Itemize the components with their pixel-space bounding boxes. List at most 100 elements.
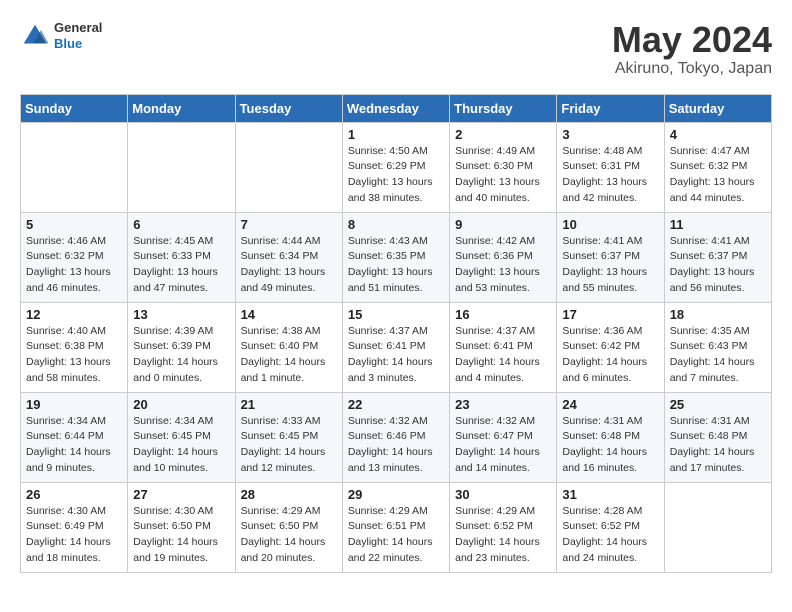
day-number: 7 xyxy=(241,217,337,232)
calendar-cell: 10 Sunrise: 4:41 AM Sunset: 6:37 PM Dayli… xyxy=(557,212,664,302)
column-header-tuesday: Tuesday xyxy=(235,94,342,122)
calendar-cell: 18 Sunrise: 4:35 AM Sunset: 6:43 PM Dayli… xyxy=(664,302,771,392)
calendar-cell: 3 Sunrise: 4:48 AM Sunset: 6:31 PM Daylig… xyxy=(557,122,664,212)
column-header-sunday: Sunday xyxy=(21,94,128,122)
calendar-cell xyxy=(235,122,342,212)
day-info: Sunrise: 4:37 AM Sunset: 6:41 PM Dayligh… xyxy=(348,324,444,387)
day-number: 13 xyxy=(133,307,229,322)
calendar-cell: 28Sunrise: 4:29 AM Sunset: 6:50 PM Dayli… xyxy=(235,482,342,572)
day-number: 18 xyxy=(670,307,766,322)
day-info: Sunrise: 4:49 AM Sunset: 6:30 PM Dayligh… xyxy=(455,144,551,207)
calendar-cell: 11 Sunrise: 4:41 AM Sunset: 6:37 PM Dayli… xyxy=(664,212,771,302)
calendar-header-row: SundayMondayTuesdayWednesdayThursdayFrid… xyxy=(21,94,772,122)
day-info: Sunrise: 4:31 AM Sunset: 6:48 PM Dayligh… xyxy=(562,414,658,477)
day-info: Sunrise: 4:29 AM Sunset: 6:50 PM Dayligh… xyxy=(241,504,337,567)
calendar-cell: 17 Sunrise: 4:36 AM Sunset: 6:42 PM Dayli… xyxy=(557,302,664,392)
calendar-cell xyxy=(128,122,235,212)
day-number: 29 xyxy=(348,487,444,502)
day-number: 10 xyxy=(562,217,658,232)
day-info: Sunrise: 4:35 AM Sunset: 6:43 PM Dayligh… xyxy=(670,324,766,387)
calendar-cell: 6 Sunrise: 4:45 AM Sunset: 6:33 PM Daylig… xyxy=(128,212,235,302)
calendar-cell: 25 Sunrise: 4:31 AM Sunset: 6:48 PM Dayli… xyxy=(664,392,771,482)
calendar-cell: 19 Sunrise: 4:34 AM Sunset: 6:44 PM Dayli… xyxy=(21,392,128,482)
day-number: 3 xyxy=(562,127,658,142)
day-info: Sunrise: 4:47 AM Sunset: 6:32 PM Dayligh… xyxy=(670,144,766,207)
calendar-cell: 22 Sunrise: 4:32 AM Sunset: 6:46 PM Dayli… xyxy=(342,392,449,482)
day-number: 2 xyxy=(455,127,551,142)
day-info: Sunrise: 4:44 AM Sunset: 6:34 PM Dayligh… xyxy=(241,234,337,297)
calendar-cell xyxy=(21,122,128,212)
calendar-week-row: 26Sunrise: 4:30 AM Sunset: 6:49 PM Dayli… xyxy=(21,482,772,572)
column-header-thursday: Thursday xyxy=(450,94,557,122)
calendar-cell: 15 Sunrise: 4:37 AM Sunset: 6:41 PM Dayli… xyxy=(342,302,449,392)
calendar-week-row: 19 Sunrise: 4:34 AM Sunset: 6:44 PM Dayli… xyxy=(21,392,772,482)
calendar-cell: 5Sunrise: 4:46 AM Sunset: 6:32 PM Daylig… xyxy=(21,212,128,302)
calendar-cell: 30 Sunrise: 4:29 AM Sunset: 6:52 PM Dayli… xyxy=(450,482,557,572)
day-number: 14 xyxy=(241,307,337,322)
calendar-cell: 21Sunrise: 4:33 AM Sunset: 6:45 PM Dayli… xyxy=(235,392,342,482)
calendar-week-row: 1 Sunrise: 4:50 AM Sunset: 6:29 PM Daylig… xyxy=(21,122,772,212)
day-info: Sunrise: 4:33 AM Sunset: 6:45 PM Dayligh… xyxy=(241,414,337,477)
calendar-cell: 1 Sunrise: 4:50 AM Sunset: 6:29 PM Daylig… xyxy=(342,122,449,212)
day-info: Sunrise: 4:32 AM Sunset: 6:46 PM Dayligh… xyxy=(348,414,444,477)
calendar-table: SundayMondayTuesdayWednesdayThursdayFrid… xyxy=(20,94,772,573)
calendar-cell: 27Sunrise: 4:30 AM Sunset: 6:50 PM Dayli… xyxy=(128,482,235,572)
day-number: 16 xyxy=(455,307,551,322)
day-number: 11 xyxy=(670,217,766,232)
day-info: Sunrise: 4:39 AM Sunset: 6:39 PM Dayligh… xyxy=(133,324,229,387)
day-info: Sunrise: 4:31 AM Sunset: 6:48 PM Dayligh… xyxy=(670,414,766,477)
day-info: Sunrise: 4:41 AM Sunset: 6:37 PM Dayligh… xyxy=(562,234,658,297)
calendar-cell: 14 Sunrise: 4:38 AM Sunset: 6:40 PM Dayli… xyxy=(235,302,342,392)
day-number: 25 xyxy=(670,397,766,412)
day-number: 31 xyxy=(562,487,658,502)
calendar-week-row: 12 Sunrise: 4:40 AM Sunset: 6:38 PM Dayli… xyxy=(21,302,772,392)
day-number: 22 xyxy=(348,397,444,412)
day-number: 17 xyxy=(562,307,658,322)
day-info: Sunrise: 4:29 AM Sunset: 6:51 PM Dayligh… xyxy=(348,504,444,567)
day-number: 1 xyxy=(348,127,444,142)
calendar-cell: 4 Sunrise: 4:47 AM Sunset: 6:32 PM Daylig… xyxy=(664,122,771,212)
logo-general: General xyxy=(54,20,102,36)
calendar-cell: 26Sunrise: 4:30 AM Sunset: 6:49 PM Dayli… xyxy=(21,482,128,572)
column-header-friday: Friday xyxy=(557,94,664,122)
calendar-week-row: 5Sunrise: 4:46 AM Sunset: 6:32 PM Daylig… xyxy=(21,212,772,302)
logo-text: General Blue xyxy=(54,20,102,51)
page-subtitle: Akiruno, Tokyo, Japan xyxy=(612,60,772,78)
day-info: Sunrise: 4:32 AM Sunset: 6:47 PM Dayligh… xyxy=(455,414,551,477)
day-info: Sunrise: 4:38 AM Sunset: 6:40 PM Dayligh… xyxy=(241,324,337,387)
day-info: Sunrise: 4:29 AM Sunset: 6:52 PM Dayligh… xyxy=(455,504,551,567)
day-number: 12 xyxy=(26,307,122,322)
day-number: 6 xyxy=(133,217,229,232)
day-number: 15 xyxy=(348,307,444,322)
page-header: General Blue May 2024 Akiruno, Tokyo, Ja… xyxy=(20,20,772,78)
calendar-cell: 23Sunrise: 4:32 AM Sunset: 6:47 PM Dayli… xyxy=(450,392,557,482)
calendar-cell: 8Sunrise: 4:43 AM Sunset: 6:35 PM Daylig… xyxy=(342,212,449,302)
title-block: May 2024 Akiruno, Tokyo, Japan xyxy=(612,20,772,78)
calendar-cell: 9Sunrise: 4:42 AM Sunset: 6:36 PM Daylig… xyxy=(450,212,557,302)
day-info: Sunrise: 4:48 AM Sunset: 6:31 PM Dayligh… xyxy=(562,144,658,207)
day-info: Sunrise: 4:34 AM Sunset: 6:44 PM Dayligh… xyxy=(26,414,122,477)
column-header-monday: Monday xyxy=(128,94,235,122)
calendar-cell: 13 Sunrise: 4:39 AM Sunset: 6:39 PM Dayli… xyxy=(128,302,235,392)
day-info: Sunrise: 4:41 AM Sunset: 6:37 PM Dayligh… xyxy=(670,234,766,297)
logo-icon xyxy=(20,21,50,51)
day-number: 26 xyxy=(26,487,122,502)
day-info: Sunrise: 4:28 AM Sunset: 6:52 PM Dayligh… xyxy=(562,504,658,567)
day-info: Sunrise: 4:36 AM Sunset: 6:42 PM Dayligh… xyxy=(562,324,658,387)
day-info: Sunrise: 4:37 AM Sunset: 6:41 PM Dayligh… xyxy=(455,324,551,387)
day-info: Sunrise: 4:34 AM Sunset: 6:45 PM Dayligh… xyxy=(133,414,229,477)
calendar-cell: 24Sunrise: 4:31 AM Sunset: 6:48 PM Dayli… xyxy=(557,392,664,482)
calendar-cell: 20 Sunrise: 4:34 AM Sunset: 6:45 PM Dayli… xyxy=(128,392,235,482)
day-info: Sunrise: 4:45 AM Sunset: 6:33 PM Dayligh… xyxy=(133,234,229,297)
day-number: 20 xyxy=(133,397,229,412)
day-number: 4 xyxy=(670,127,766,142)
day-number: 9 xyxy=(455,217,551,232)
day-info: Sunrise: 4:30 AM Sunset: 6:50 PM Dayligh… xyxy=(133,504,229,567)
calendar-cell: 31 Sunrise: 4:28 AM Sunset: 6:52 PM Dayli… xyxy=(557,482,664,572)
day-number: 19 xyxy=(26,397,122,412)
calendar-cell: 12 Sunrise: 4:40 AM Sunset: 6:38 PM Dayli… xyxy=(21,302,128,392)
page-title: May 2024 xyxy=(612,20,772,60)
day-info: Sunrise: 4:50 AM Sunset: 6:29 PM Dayligh… xyxy=(348,144,444,207)
day-info: Sunrise: 4:40 AM Sunset: 6:38 PM Dayligh… xyxy=(26,324,122,387)
day-number: 30 xyxy=(455,487,551,502)
